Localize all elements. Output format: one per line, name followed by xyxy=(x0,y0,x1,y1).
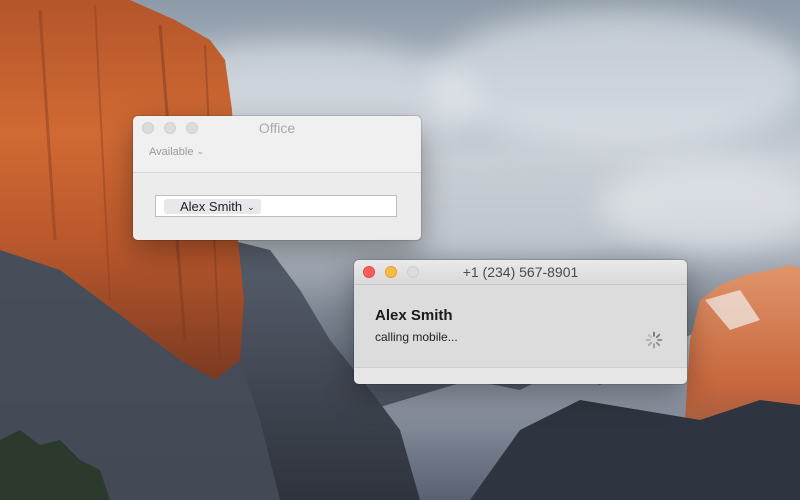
caller-name: Alex Smith xyxy=(375,307,453,324)
office-body: Alex Smith ⌄ xyxy=(133,173,421,240)
call-titlebar[interactable]: +1 (234) 567-8901 xyxy=(354,260,687,285)
spinner-icon xyxy=(645,331,663,349)
contact-token-label: Alex Smith xyxy=(180,199,243,214)
availability-label: Available xyxy=(149,146,194,158)
office-window[interactable]: Office Available ⌄ Alex Smith ⌄ xyxy=(133,116,421,240)
call-footer xyxy=(354,367,687,384)
call-window-title: +1 (234) 567-8901 xyxy=(462,264,579,280)
call-status-text: calling mobile... xyxy=(375,330,458,344)
office-window-title: Office xyxy=(258,120,296,136)
contact-search-field[interactable]: Alex Smith ⌄ xyxy=(155,195,397,217)
wallpaper-mountains xyxy=(0,0,800,500)
office-titlebar[interactable]: Office Available ⌄ xyxy=(133,116,421,173)
chevron-down-icon[interactable]: ⌄ xyxy=(247,200,255,215)
contact-token[interactable]: Alex Smith ⌄ xyxy=(164,199,261,214)
call-body: Alex Smith calling mobile... xyxy=(354,285,687,367)
chevron-down-icon: ⌄ xyxy=(196,146,204,156)
availability-dropdown[interactable]: Available ⌄ xyxy=(149,146,204,158)
call-window[interactable]: +1 (234) 567-8901 Alex Smith calling mob… xyxy=(354,260,687,384)
desktop: Office Available ⌄ Alex Smith ⌄ +1 (234) 5… xyxy=(0,0,800,500)
